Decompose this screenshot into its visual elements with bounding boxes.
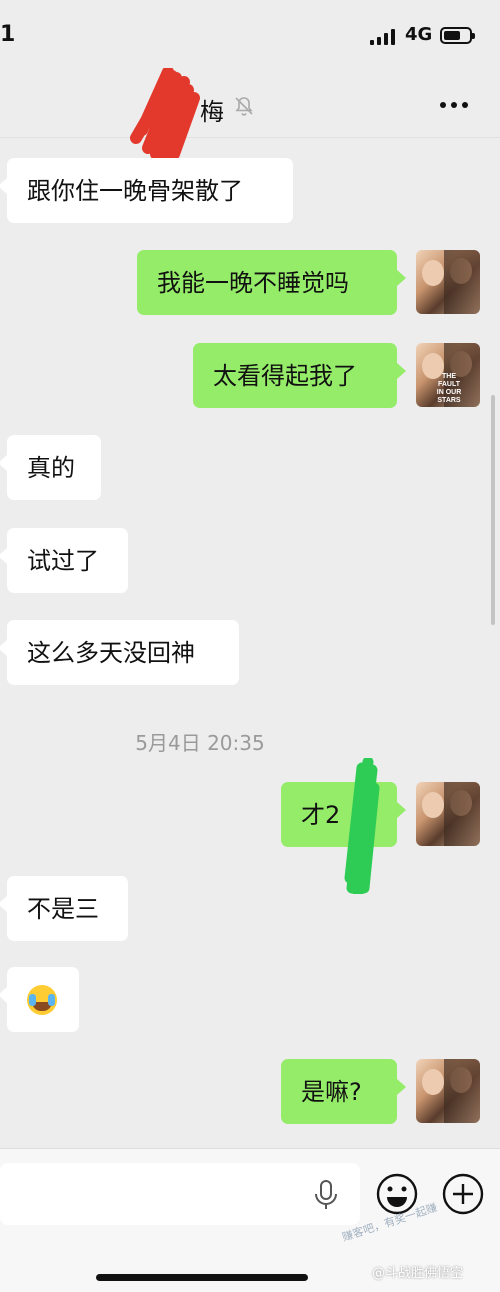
more-dots-icon[interactable]: [440, 102, 468, 108]
network-type: 4G: [405, 24, 433, 45]
redaction-scribble-red: [130, 68, 200, 158]
avatar[interactable]: [416, 250, 480, 314]
status-bar: 1 4G: [0, 0, 500, 70]
battery-icon: [440, 27, 475, 44]
message-bubble[interactable]: 我能一晚不睡觉吗: [137, 250, 406, 315]
microphone-icon[interactable]: [312, 1179, 340, 1211]
watermark-handle: @斗战胜佛悟空: [372, 1266, 464, 1281]
plus-circle-icon[interactable]: [442, 1173, 484, 1215]
message-bubble[interactable]: [0, 967, 79, 1032]
bell-mute-icon: [235, 97, 253, 116]
avatar-title: THE FAULT IN OUR STARS: [436, 373, 462, 404]
message-input[interactable]: [0, 1163, 360, 1225]
message-bubble[interactable]: 真的: [0, 435, 101, 500]
redaction-scribble-green: [344, 758, 380, 894]
message-bubble[interactable]: 不是三: [0, 876, 128, 941]
battery-level: [444, 31, 460, 40]
message-bubble[interactable]: 太看得起我了: [193, 343, 406, 408]
signal-icon: [370, 29, 395, 45]
avatar[interactable]: [416, 782, 480, 846]
crying-laughing-emoji: [27, 984, 57, 1015]
status-time: 1: [0, 22, 16, 47]
avatar[interactable]: THE FAULT IN OUR STARS: [416, 343, 480, 407]
chat-header: 梅: [0, 70, 500, 138]
message-bubble[interactable]: 试过了: [0, 528, 128, 593]
scrollbar[interactable]: [491, 395, 495, 625]
message-bubble[interactable]: 这么多天没回神: [0, 620, 239, 685]
message-bubble[interactable]: 跟你住一晚骨架散了: [0, 158, 293, 223]
chat-title[interactable]: 梅: [200, 92, 224, 127]
avatar[interactable]: [416, 1059, 480, 1123]
home-indicator[interactable]: [96, 1274, 308, 1281]
message-timestamp: 5月4日 20:35: [135, 731, 265, 755]
message-bubble[interactable]: 是嘛?: [281, 1059, 406, 1124]
